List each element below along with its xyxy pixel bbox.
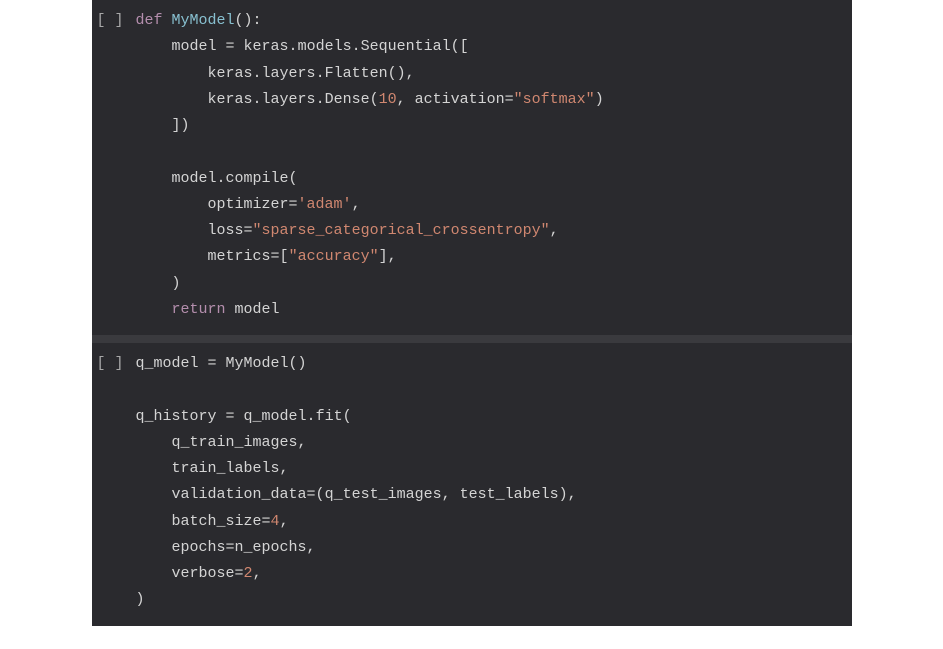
code-cell[interactable]: [ ] def MyModel(): model = keras.models.…: [92, 0, 852, 335]
code-token: ): [136, 275, 181, 292]
code-token: .: [217, 170, 226, 187]
code-token: .: [253, 65, 262, 82]
code-token: "accuracy": [289, 248, 379, 265]
cell-separator: [92, 335, 852, 343]
code-token: MyModel: [172, 12, 235, 29]
code-token: keras: [136, 65, 253, 82]
code-token: compile: [226, 170, 289, 187]
code-token: (),: [388, 65, 415, 82]
code-token: ],: [379, 248, 397, 265]
code-token: ,: [280, 460, 289, 477]
code-token: activation: [415, 91, 505, 108]
code-token: model: [136, 38, 226, 55]
code-token: ,: [550, 222, 559, 239]
code-token: q_history: [136, 408, 226, 425]
code-token: ,: [280, 513, 289, 530]
cell-prompt: [ ]: [92, 8, 136, 323]
code-token: =: [208, 355, 217, 372]
code-token: train_labels: [136, 460, 280, 477]
code-token: ,: [298, 434, 307, 451]
code-token: layers: [262, 91, 316, 108]
code-token: epochs: [136, 539, 226, 556]
code-token: ): [595, 91, 604, 108]
code-token: (: [370, 91, 379, 108]
code-token: ([: [451, 38, 469, 55]
code-token: =: [226, 38, 235, 55]
code-token: =: [226, 408, 235, 425]
code-token: models: [298, 38, 352, 55]
code-token: Flatten: [325, 65, 388, 82]
code-token: "softmax": [514, 91, 595, 108]
notebook-container: [ ] def MyModel(): model = keras.models.…: [92, 0, 852, 626]
code-token: ): [136, 591, 145, 608]
code-token: model: [136, 170, 217, 187]
code-token: .: [253, 91, 262, 108]
code-token: ():: [235, 12, 262, 29]
code-token: 4: [271, 513, 280, 530]
code-token: (: [343, 408, 352, 425]
code-token: =: [235, 565, 244, 582]
code-token: ,: [397, 91, 415, 108]
code-token: return: [172, 301, 226, 318]
code-token: q_model: [235, 408, 307, 425]
code-token: =: [307, 486, 316, 503]
code-token: ,: [307, 539, 316, 556]
code-token: fit: [316, 408, 343, 425]
code-token: =: [244, 222, 253, 239]
code-token: ,: [442, 486, 460, 503]
code-token: MyModel: [217, 355, 289, 372]
code-token: layers: [262, 65, 316, 82]
code-cell[interactable]: [ ] q_model = MyModel() q_history = q_mo…: [92, 343, 852, 626]
code-token: ,: [253, 565, 262, 582]
code-token: Dense: [325, 91, 370, 108]
code-token: validation_data: [136, 486, 307, 503]
code-token: =: [262, 513, 271, 530]
code-token: .: [316, 65, 325, 82]
code-token: ),: [559, 486, 577, 503]
code-token: Sequential: [361, 38, 451, 55]
code-token: (: [289, 170, 298, 187]
code-token: keras: [235, 38, 289, 55]
code-token: keras: [136, 91, 253, 108]
code-token: optimizer: [136, 196, 289, 213]
code-token: "sparse_categorical_crossentropy": [253, 222, 550, 239]
code-token: [: [280, 248, 289, 265]
code-token: =: [289, 196, 298, 213]
code-token: 10: [379, 91, 397, 108]
code-token: .: [352, 38, 361, 55]
code-token: metrics: [136, 248, 271, 265]
code-token: def: [136, 12, 163, 29]
code-token: model: [226, 301, 280, 318]
code-token: 2: [244, 565, 253, 582]
code-token: q_train_images: [136, 434, 298, 451]
code-token: .: [316, 91, 325, 108]
cell-code[interactable]: q_model = MyModel() q_history = q_model.…: [136, 351, 852, 614]
cell-code[interactable]: def MyModel(): model = keras.models.Sequ…: [136, 8, 852, 323]
cell-prompt: [ ]: [92, 351, 136, 614]
code-token: ]): [136, 117, 190, 134]
code-token: verbose: [136, 565, 235, 582]
code-token: =: [226, 539, 235, 556]
code-token: q_test_images: [325, 486, 442, 503]
code-token: [163, 12, 172, 29]
code-token: (: [316, 486, 325, 503]
code-token: 'adam': [298, 196, 352, 213]
code-token: ,: [352, 196, 361, 213]
code-token: test_labels: [460, 486, 559, 503]
code-token: [136, 301, 172, 318]
code-token: batch_size: [136, 513, 262, 530]
code-token: =: [271, 248, 280, 265]
code-token: loss: [136, 222, 244, 239]
code-token: q_model: [136, 355, 208, 372]
code-token: .: [307, 408, 316, 425]
code-token: n_epochs: [235, 539, 307, 556]
code-token: .: [289, 38, 298, 55]
code-token: =: [505, 91, 514, 108]
code-token: (): [289, 355, 307, 372]
